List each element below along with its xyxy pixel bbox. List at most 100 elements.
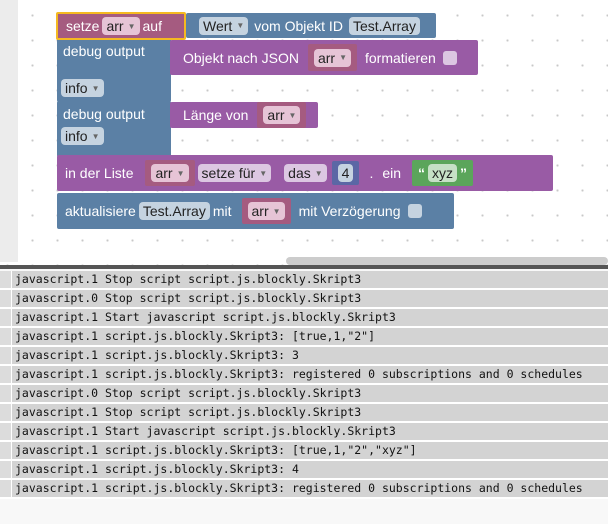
log-row: javascript.1 script.js.blockly.Skript3: … — [0, 347, 608, 366]
log-level-dropdown[interactable]: info ▼ — [61, 79, 104, 97]
text-value-field[interactable]: xyz — [428, 164, 458, 182]
log-message: javascript.1 script.js.blockly.Skript3: … — [11, 347, 608, 366]
where-value: das — [288, 165, 311, 181]
debug-output-label: debug output — [63, 43, 145, 59]
variable-name: arr — [155, 165, 173, 181]
delay-label: mit Verzögerung — [298, 203, 401, 219]
open-quote-icon: “ — [418, 165, 426, 181]
with-label: mit — [212, 203, 232, 219]
log-panel: javascript.1 Stop script script.js.block… — [0, 271, 608, 499]
dropdown-arrow-icon: ▼ — [236, 21, 245, 30]
value-attribute-dropdown[interactable]: Wert ▼ — [199, 16, 249, 35]
log-gutter — [0, 442, 11, 461]
set-variable-block[interactable]: setze arr ▼ auf — [56, 12, 186, 40]
debug-output-block-1[interactable]: debug output info ▼ — [57, 38, 171, 102]
attribute-name: Wert — [203, 17, 233, 34]
debug-output-label: debug output — [63, 106, 145, 122]
log-row: javascript.1 Stop script script.js.block… — [0, 271, 608, 290]
variable-dropdown[interactable]: arr ▼ — [263, 106, 301, 124]
where-dropdown[interactable]: das ▼ — [284, 164, 327, 182]
number-block[interactable]: 4 — [331, 161, 360, 185]
dropdown-arrow-icon: ▼ — [339, 53, 347, 62]
variable-block[interactable]: arr ▼ — [257, 102, 307, 128]
log-gutter — [0, 461, 11, 480]
insert-label: ein — [382, 165, 402, 181]
log-message: javascript.1 script.js.blockly.Skript3: … — [11, 442, 608, 461]
from-object-label: vom Objekt ID — [254, 17, 343, 34]
log-message: javascript.0 Stop script script.js.block… — [11, 290, 608, 309]
object-id-field[interactable]: Test.Array — [348, 16, 420, 35]
log-message: javascript.1 Stop script script.js.block… — [11, 404, 608, 423]
json-label: Objekt nach JSON — [183, 49, 299, 66]
update-block[interactable]: aktualisiere Test.Array mit arr ▼ mit Ver… — [57, 193, 454, 229]
log-message: javascript.1 script.js.blockly.Skript3: … — [11, 480, 608, 499]
text-block[interactable]: “ xyz ” — [412, 160, 474, 186]
length-label: Länge von — [183, 107, 249, 123]
log-row: javascript.1 Start javascript script.js.… — [0, 423, 608, 442]
log-gutter — [0, 480, 11, 499]
get-value-block[interactable]: Wert ▼ vom Objekt ID Test.Array — [186, 13, 436, 38]
dropdown-arrow-icon: ▼ — [288, 110, 297, 120]
delay-checkbox[interactable] — [407, 204, 422, 218]
log-gutter — [0, 328, 11, 347]
dropdown-arrow-icon: ▼ — [91, 83, 100, 93]
log-level-value: info — [65, 128, 88, 144]
dropdown-arrow-icon: ▼ — [127, 21, 136, 31]
log-gutter — [0, 309, 11, 328]
index-field[interactable]: 4 — [337, 164, 354, 182]
log-row: javascript.1 script.js.blockly.Skript3: … — [0, 328, 608, 347]
log-message: javascript.1 Start javascript script.js.… — [11, 423, 608, 442]
log-gutter — [0, 366, 11, 385]
length-block[interactable]: Länge von arr ▼ — [170, 102, 318, 128]
dropdown-arrow-icon: ▼ — [259, 168, 268, 178]
log-row: javascript.1 script.js.blockly.Skript3: … — [0, 480, 608, 499]
dropdown-arrow-icon: ▼ — [314, 168, 323, 178]
dot-label: . — [369, 165, 374, 181]
debug-output-block-2[interactable]: debug output info ▼ — [57, 101, 171, 157]
toolbox-strip — [0, 0, 18, 262]
log-gutter — [0, 290, 11, 309]
variable-name: arr — [267, 107, 285, 123]
variable-block[interactable]: arr ▼ — [241, 198, 291, 224]
mode-dropdown[interactable]: setze für ▼ — [197, 164, 272, 182]
to-label: auf — [142, 18, 162, 34]
log-gutter — [0, 423, 11, 442]
json-block[interactable]: Objekt nach JSON arr ▼ formatieren — [170, 40, 478, 75]
log-level-dropdown[interactable]: info ▼ — [61, 127, 104, 145]
panel-divider[interactable] — [0, 265, 608, 269]
mode-value: setze für — [201, 165, 256, 181]
close-quote-icon: ” — [460, 165, 468, 181]
dropdown-arrow-icon: ▼ — [91, 131, 100, 141]
log-gutter — [0, 385, 11, 404]
log-message: javascript.1 Stop script script.js.block… — [11, 271, 608, 290]
format-checkbox[interactable] — [442, 50, 457, 65]
variable-dropdown[interactable]: arr ▼ — [151, 164, 189, 182]
variable-name: arr — [251, 203, 269, 219]
log-row: javascript.0 Stop script script.js.block… — [0, 385, 608, 404]
log-row: javascript.0 Stop script script.js.block… — [0, 290, 608, 309]
list-label: in der Liste — [65, 165, 134, 181]
log-message: javascript.1 script.js.blockly.Skript3: … — [11, 328, 608, 347]
object-id-field[interactable]: Test.Array — [138, 202, 210, 220]
set-label: setze — [66, 18, 100, 34]
variable-name: arr — [106, 18, 124, 34]
variable-block[interactable]: arr ▼ — [145, 160, 195, 186]
log-row: javascript.1 Start javascript script.js.… — [0, 309, 608, 328]
variable-block[interactable]: arr ▼ — [307, 44, 357, 71]
variable-dropdown[interactable]: arr ▼ — [247, 202, 285, 220]
variable-dropdown[interactable]: arr ▼ — [102, 17, 140, 35]
update-label: aktualisiere — [65, 203, 136, 219]
variable-dropdown[interactable]: arr ▼ — [313, 48, 351, 67]
list-set-block[interactable]: in der Liste arr ▼ setze für ▼ das ▼ 4 . ei… — [57, 155, 553, 191]
log-row: javascript.1 script.js.blockly.Skript3: … — [0, 461, 608, 480]
log-message: javascript.1 script.js.blockly.Skript3: … — [11, 461, 608, 480]
dropdown-arrow-icon: ▼ — [176, 168, 185, 178]
log-message: javascript.1 Start javascript script.js.… — [11, 309, 608, 328]
dropdown-arrow-icon: ▼ — [272, 206, 281, 216]
format-label: formatieren — [364, 49, 436, 66]
variable-name: arr — [317, 49, 336, 66]
log-row: javascript.1 Stop script script.js.block… — [0, 404, 608, 423]
log-message: javascript.1 script.js.blockly.Skript3: … — [11, 366, 608, 385]
horizontal-scrollbar[interactable] — [286, 257, 608, 265]
log-gutter — [0, 404, 11, 423]
